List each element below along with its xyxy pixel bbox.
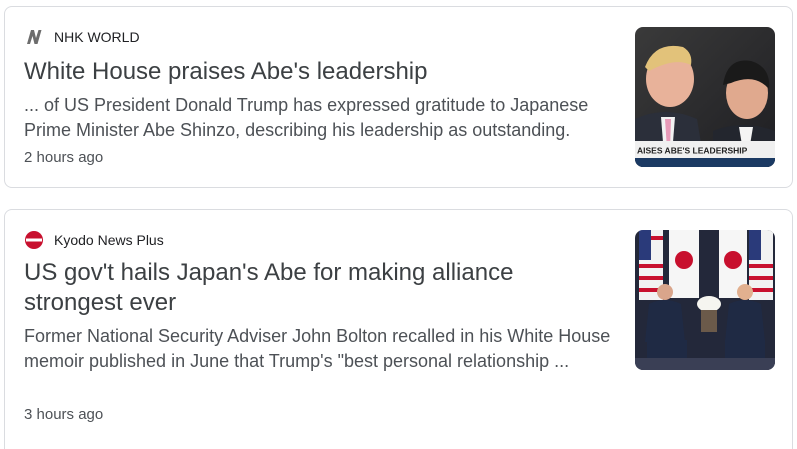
- article-thumbnail[interactable]: AISES ABE'S LEADERSHIP: [635, 27, 775, 167]
- nhk-logo-icon: [24, 27, 44, 47]
- snippet: Former National Security Adviser John Bo…: [24, 326, 611, 371]
- article-thumbnail[interactable]: [635, 230, 775, 370]
- headline-link[interactable]: US gov't hails Japan's Abe for making al…: [24, 258, 584, 318]
- thumbnail-caption: AISES ABE'S LEADERSHIP: [637, 146, 748, 156]
- kyodo-logo-icon: [24, 230, 44, 250]
- source-name: NHK WORLD: [54, 29, 140, 45]
- news-card[interactable]: NHK WORLD White House praises Abe's lead…: [4, 6, 793, 188]
- source-name: Kyodo News Plus: [54, 232, 164, 248]
- snippet: ... of US President Donald Trump has exp…: [24, 95, 589, 140]
- source-row: NHK WORLD: [24, 27, 140, 47]
- timestamp: 3 hours ago: [24, 406, 104, 423]
- source-row: Kyodo News Plus: [24, 230, 164, 250]
- headline-link[interactable]: White House praises Abe's leadership: [24, 57, 427, 87]
- news-card[interactable]: Kyodo News Plus US gov't hails Japan's A…: [4, 209, 793, 449]
- timestamp: 2 hours ago: [24, 149, 104, 166]
